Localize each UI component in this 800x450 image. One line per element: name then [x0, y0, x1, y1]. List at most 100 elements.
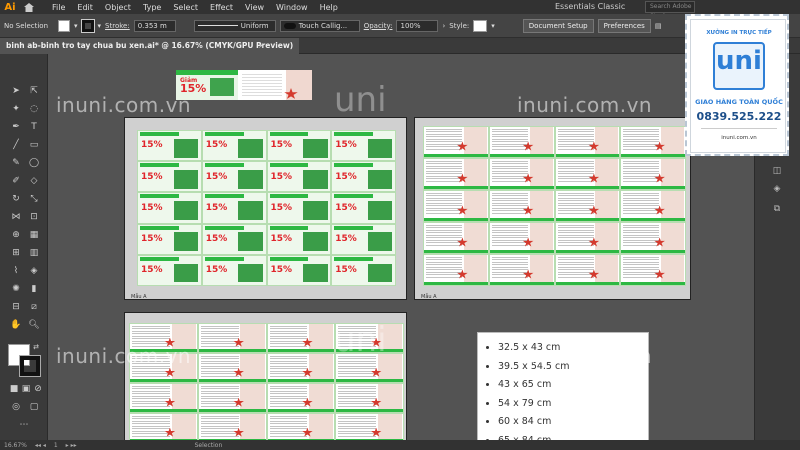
menu-object[interactable]: Object: [99, 3, 137, 12]
menu-select[interactable]: Select: [167, 3, 204, 12]
tools-panel: ➤ ⇱ ✦ ◌ ✒ T ╱ ▭ ✎ ◯ ✐ ◇ ↻ ⤡ ⋈ ⊡ ⊕ ▦ ⊞ ▥ …: [0, 54, 48, 440]
zoom-tool-icon[interactable]: 🔍︎: [26, 318, 42, 332]
status-mode[interactable]: Selection: [195, 442, 223, 449]
artboard-2[interactable]: Mẫu A: [414, 117, 691, 300]
pen-tool-icon[interactable]: ✒: [8, 120, 24, 134]
swap-colors-icon[interactable]: ⇄: [28, 340, 44, 354]
ellipse-tool-icon[interactable]: ◯: [26, 156, 42, 170]
stroke-swatch[interactable]: [80, 18, 95, 33]
artboard-nav-icon[interactable]: ▸ ▸▸: [66, 442, 77, 449]
artboard-nav-icon[interactable]: ◂◂ ◂: [35, 442, 46, 449]
variable-width-profile[interactable]: Uniform: [193, 19, 276, 32]
menu-window[interactable]: Window: [270, 3, 314, 12]
document-setup-button[interactable]: Document Setup: [522, 18, 594, 33]
eyedropper-icon[interactable]: ⌇: [8, 264, 24, 278]
rotate-icon[interactable]: ↻: [8, 192, 24, 206]
more-tools-icon[interactable]: ⋯: [16, 418, 32, 432]
coupon-product-image: [367, 201, 393, 220]
type-tool-icon[interactable]: T: [26, 120, 42, 134]
hand-tool-icon[interactable]: ✋: [8, 318, 24, 332]
menu-type[interactable]: Type: [137, 3, 167, 12]
perspective-grid-icon[interactable]: ▦: [26, 228, 42, 242]
menu-view[interactable]: View: [239, 3, 270, 12]
slice-tool-icon[interactable]: ⧄: [26, 300, 42, 314]
coupon-product-image: [173, 263, 199, 283]
draw-mode-icon[interactable]: ◎: [8, 400, 24, 414]
layers-icon[interactable]: ◈: [769, 182, 785, 196]
column-graph-icon[interactable]: ▮: [26, 282, 42, 296]
stroke-weight-field[interactable]: 0.353 m: [133, 19, 176, 32]
coupon-green-footer: [424, 218, 488, 221]
zoom-level[interactable]: 16.67%: [4, 442, 27, 449]
chevron-down-icon[interactable]: ▾: [98, 22, 102, 30]
rectangle-tool-icon[interactable]: ▭: [26, 138, 42, 152]
paintbrush-icon[interactable]: ✎: [8, 156, 24, 170]
coupon-cell: [266, 323, 336, 353]
libraries-icon[interactable]: ⧉: [769, 202, 785, 216]
coupon-green-footer: [555, 250, 620, 253]
opacity-field[interactable]: 100%: [396, 19, 439, 32]
eraser-icon[interactable]: ◇: [26, 174, 42, 188]
symbol-sprayer-icon[interactable]: ✺: [8, 282, 24, 296]
gradient-icon[interactable]: ▥: [26, 246, 42, 260]
close-icon[interactable]: ×: [258, 41, 265, 50]
size-item: 54 x 79 cm: [498, 395, 648, 414]
direct-selection-icon[interactable]: ⇱: [26, 84, 42, 98]
width-tool-icon[interactable]: ⋈: [8, 210, 24, 224]
scale-icon[interactable]: ⤡: [26, 192, 42, 206]
properties-icon[interactable]: ◫: [769, 164, 785, 178]
thumbnail-strip[interactable]: Giảm 15%: [176, 70, 312, 100]
thumb-product-image: [210, 78, 234, 96]
workspace-switcher[interactable]: Essentials Classic: [555, 2, 625, 11]
coupon-cell: 15%: [331, 223, 396, 255]
stamp-top-text: XƯỞNG IN TRỰC TIẾP: [706, 30, 772, 36]
coupon-discount: 15%: [270, 171, 293, 182]
magic-wand-icon[interactable]: ✦: [8, 102, 24, 116]
menu-file[interactable]: File: [46, 3, 71, 12]
chevron-right-icon[interactable]: ›: [442, 22, 445, 30]
graphic-style-swatch[interactable]: [473, 19, 488, 32]
stamp-website: inuni.com.vn: [721, 135, 757, 141]
line-tool-icon[interactable]: ╱: [8, 138, 24, 152]
profile-label: Uniform: [240, 21, 269, 30]
coupon-discount: 15%: [141, 265, 163, 276]
coupon-green-footer: [555, 186, 620, 189]
chevron-down-icon[interactable]: ▾: [491, 22, 495, 30]
selection-tool-icon[interactable]: ➤: [8, 84, 24, 98]
shape-builder-icon[interactable]: ⊕: [8, 228, 24, 242]
fill-swatch[interactable]: [58, 19, 70, 32]
artboard-1[interactable]: 15% 15% 15% 15% 15% 15% 15% 15% 15% 15% 15% 15% 15% 1…: [124, 117, 407, 300]
arrange-icon[interactable]: ▤: [655, 22, 662, 30]
coupon-cell: [488, 126, 555, 158]
coupon-cell: 15%: [137, 192, 202, 224]
brush-definition[interactable]: Touch Callig...: [279, 19, 360, 32]
artboard-label: Mẫu A: [131, 294, 147, 300]
coupon-discount: 15%: [335, 140, 357, 151]
home-icon[interactable]: [20, 0, 38, 14]
chevron-down-icon[interactable]: ▾: [74, 22, 78, 30]
coupon-discount: 15%: [335, 202, 357, 213]
coupon-green-bar: [140, 225, 179, 230]
stock-search-input[interactable]: Search Adobe Stock: [645, 1, 695, 20]
menu-help[interactable]: Help: [314, 3, 344, 12]
menu-edit[interactable]: Edit: [71, 3, 99, 12]
artboard-tool-icon[interactable]: ⊟: [8, 300, 24, 314]
coupon-grid-2: [423, 126, 686, 286]
screen-mode-icon[interactable]: ▢: [26, 400, 42, 414]
mesh-icon[interactable]: ⊞: [8, 246, 24, 260]
document-tab[interactable]: binh ab-binh tro tay chua bu xen.ai* @ 1…: [0, 38, 300, 54]
blend-icon[interactable]: ◈: [26, 264, 42, 278]
coupon-model-photo: [309, 414, 334, 441]
blob-brush-icon[interactable]: ✐: [8, 174, 24, 188]
lasso-icon[interactable]: ◌: [26, 102, 42, 116]
coupon-green-footer: [621, 154, 686, 157]
coupon-cell: [554, 190, 621, 222]
stroke-color-box[interactable]: [19, 355, 41, 377]
menu-effect[interactable]: Effect: [204, 3, 239, 12]
preferences-button[interactable]: Preferences: [597, 18, 651, 33]
coupon-green-bar: [334, 132, 374, 136]
artboard-number[interactable]: 1: [54, 442, 58, 449]
free-transform-icon[interactable]: ⊡: [26, 210, 42, 224]
opacity-label: Opacity:: [363, 21, 393, 30]
none-mode-icon[interactable]: ⊘: [30, 382, 46, 396]
